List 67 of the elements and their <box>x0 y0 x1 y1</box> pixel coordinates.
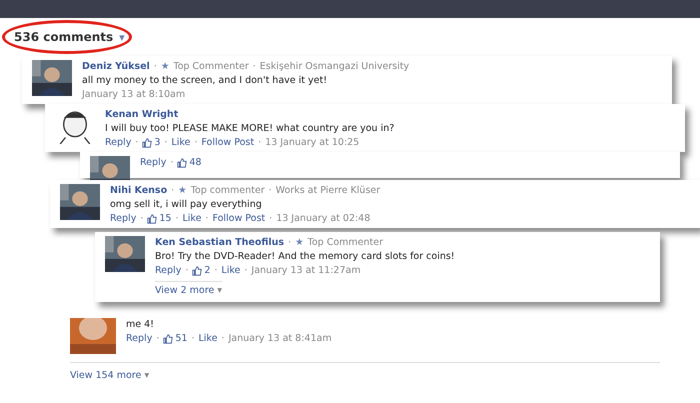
separator-dot: · <box>244 264 248 277</box>
comment-time: January 13 at 8:10am <box>82 88 186 101</box>
like-count[interactable]: 51 <box>163 332 188 345</box>
separator-dot: · <box>258 136 262 149</box>
separator-dot: · <box>191 332 194 345</box>
separator-dot: · <box>140 212 144 225</box>
separator-dot: · <box>164 136 168 149</box>
commenter-info: Eskişehir Osmangazi University <box>260 60 410 73</box>
commenter-role: Top Commenter <box>308 236 383 249</box>
comment-text: omg sell it, i will pay everything <box>110 198 262 211</box>
action-link[interactable]: Follow Post <box>201 136 254 149</box>
commenter-name[interactable]: Deniz Yüksel <box>82 60 150 73</box>
separator-dot: · <box>170 156 174 169</box>
comment-time: January 13 at 8:41am <box>228 332 332 345</box>
comment-count: 536 comments <box>14 30 114 44</box>
separator-dot: · <box>185 264 188 277</box>
star-icon: ★ <box>178 184 187 197</box>
separator-dot: · <box>135 136 138 149</box>
thumbs-up-icon <box>163 334 174 344</box>
separator-dot: · <box>154 60 157 73</box>
commenter-name[interactable]: Ken Sebastian Theofilus <box>155 236 284 249</box>
comment-time: January 13 at 11:27am <box>251 264 361 277</box>
action-link[interactable]: Reply <box>140 156 166 169</box>
commenter-name[interactable]: Kenan Wright <box>105 108 178 121</box>
separator-dot: · <box>268 184 272 197</box>
separator-dot: · <box>156 332 160 345</box>
action-link[interactable]: Follow Post <box>212 212 266 225</box>
separator-dot: · <box>221 332 224 345</box>
separator-dot: · <box>171 184 174 197</box>
commenter-role: Top commenter <box>190 184 265 197</box>
thumbs-up-icon <box>177 158 188 168</box>
thumbs-up-icon <box>192 266 202 276</box>
comment-text: Bro! Try the DVD-Reader! And the memory card slots for coins! <box>155 250 455 263</box>
separator-dot: · <box>288 236 292 249</box>
like-count[interactable]: 3 <box>142 136 160 149</box>
separator-dot: · <box>269 212 272 225</box>
separator-dot: · <box>194 136 198 149</box>
commenter-role: Top Commenter <box>173 60 249 73</box>
comment-text: I will buy too! PLEASE MAKE MORE! what country are you in? <box>105 122 394 135</box>
like-count[interactable]: 15 <box>147 212 172 225</box>
thumbs-up-icon <box>142 138 152 148</box>
thumbs-up-icon <box>147 214 158 224</box>
dropdown-caret[interactable]: ▾ <box>119 30 125 44</box>
comment-time: 13 January at 10:25 <box>265 136 360 149</box>
like-count[interactable]: 48 <box>177 156 202 169</box>
star-icon: ★ <box>295 236 304 249</box>
action-link[interactable]: Like <box>171 136 190 149</box>
action-link[interactable]: Reply <box>105 136 132 149</box>
separator-dot: · <box>214 264 218 277</box>
action-link[interactable]: Like <box>198 332 218 345</box>
action-link[interactable]: Like <box>221 264 240 277</box>
action-link[interactable]: Reply <box>126 332 152 345</box>
commenter-name[interactable]: Nihi Kenso <box>110 184 168 197</box>
commenter-info: Works at Pierre Klüser <box>276 184 380 197</box>
like-count[interactable]: 2 <box>192 264 210 277</box>
action-link[interactable]: Reply <box>155 264 182 277</box>
star-icon: ★ <box>160 60 170 73</box>
comment-text: all my money to the screen, and I don't have it yet! <box>82 74 328 87</box>
comment-text: me 4! <box>126 318 154 331</box>
separator-dot: · <box>205 212 208 225</box>
view-more-link[interactable]: View 2 more ▾ <box>155 285 222 296</box>
separator-dot: · <box>252 60 256 73</box>
view-more-link[interactable]: View 154 more ▾ <box>70 369 150 382</box>
separator-dot: · <box>175 212 178 225</box>
comment-time: 13 January at 02:48 <box>276 212 370 225</box>
action-link[interactable]: Reply <box>110 212 136 225</box>
action-link[interactable]: Like <box>182 212 202 225</box>
